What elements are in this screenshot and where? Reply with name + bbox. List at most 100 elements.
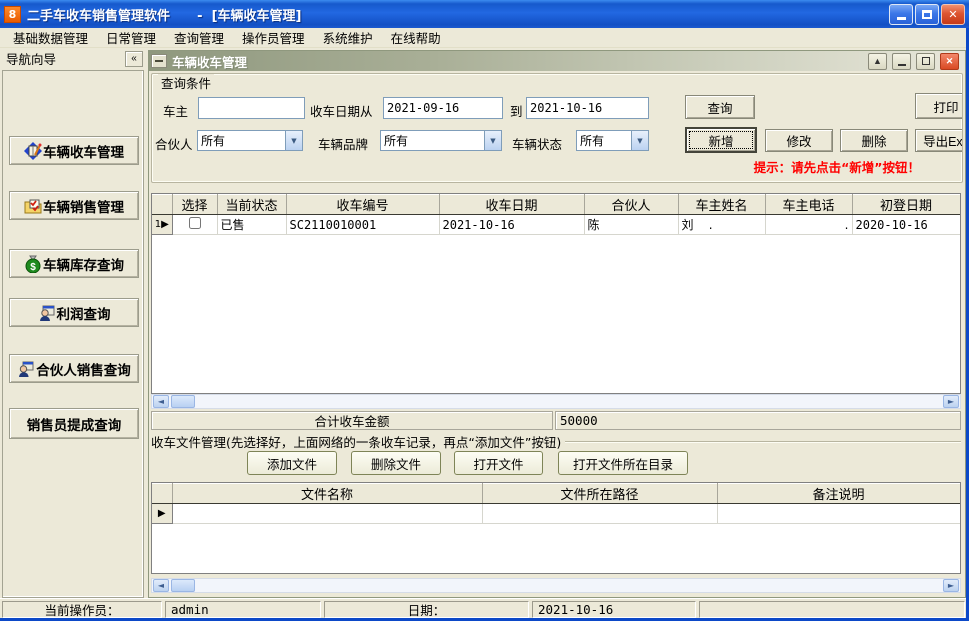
delete-button[interactable]: 删除 bbox=[840, 129, 908, 152]
current-row-icon: ▶ bbox=[157, 508, 166, 519]
row-marker-header bbox=[152, 483, 173, 504]
owner-input[interactable] bbox=[198, 97, 305, 119]
sidebar-item-label: 车辆收车管理 bbox=[43, 144, 124, 160]
table-row[interactable]: ▶ bbox=[152, 503, 960, 524]
col-code: 收车编号 bbox=[286, 194, 440, 215]
scroll-left-icon[interactable]: ◄ bbox=[153, 579, 169, 592]
sidebar-item-vehicle-purchase[interactable]: 车辆收车管理 bbox=[9, 136, 139, 165]
sidebar-item-salesman-commission-query[interactable]: 销售员提成查询 bbox=[9, 408, 139, 439]
add-file-button[interactable]: 添加文件 bbox=[247, 451, 337, 475]
sidebar-item-profit-query[interactable]: 利润查询 bbox=[9, 298, 139, 327]
menu-item-help[interactable]: 在线帮助 bbox=[382, 26, 450, 49]
date-to-input[interactable] bbox=[526, 97, 649, 119]
status-spacer bbox=[699, 601, 965, 618]
window-close-button[interactable]: ✕ bbox=[941, 3, 965, 25]
sidebar-item-label: 车辆库存查询 bbox=[43, 257, 124, 273]
chevron-down-icon[interactable]: ▼ bbox=[484, 131, 501, 150]
row-select-checkbox[interactable] bbox=[188, 217, 201, 229]
add-hint-text: 提示：请先点击“新增”按钮！ bbox=[753, 160, 920, 175]
child-maximize-button[interactable] bbox=[916, 52, 935, 70]
child-close-button[interactable]: ✕ bbox=[940, 52, 959, 70]
partner-select-value: 所有 bbox=[201, 134, 226, 148]
close-icon: ✕ bbox=[945, 55, 954, 66]
collapse-icon bbox=[155, 60, 163, 62]
export-excel-button[interactable]: 导出Exc bbox=[915, 129, 962, 152]
child-restore-button[interactable]: ▲ bbox=[868, 52, 887, 70]
menu-item-daily[interactable]: 日常管理 bbox=[97, 26, 165, 49]
delete-file-button[interactable]: 删除文件 bbox=[351, 451, 441, 475]
date-label: 日期： bbox=[324, 601, 529, 618]
menu-item-basic-data[interactable]: 基础数据管理 bbox=[4, 26, 97, 49]
scroll-right-icon[interactable]: ► bbox=[943, 395, 959, 408]
row-select-cell bbox=[172, 214, 218, 235]
col-file-note: 备注说明 bbox=[717, 483, 960, 504]
folder-check-icon bbox=[24, 197, 42, 215]
cell-phone: . bbox=[765, 214, 853, 235]
col-select: 选择 bbox=[172, 194, 218, 215]
date-value: 2021-10-16 bbox=[532, 601, 696, 618]
col-first-reg: 初登日期 bbox=[852, 194, 960, 215]
current-row-icon: ▶ bbox=[161, 219, 169, 230]
menu-item-query[interactable]: 查询管理 bbox=[165, 26, 233, 49]
row-marker-header bbox=[152, 194, 173, 215]
row-marker: 1▶ bbox=[152, 214, 173, 235]
print-button[interactable]: 打印 bbox=[915, 93, 962, 119]
window-minimize-button[interactable] bbox=[889, 3, 913, 25]
chevron-down-icon[interactable]: ▼ bbox=[285, 131, 302, 150]
open-file-directory-button[interactable]: 打开文件所在目录 bbox=[558, 451, 688, 475]
add-button[interactable]: 新增 bbox=[685, 127, 757, 153]
window-controls: ✕ bbox=[889, 3, 965, 25]
col-file-name: 文件名称 bbox=[172, 483, 483, 504]
cell-file-name bbox=[172, 503, 483, 524]
date-from-input[interactable] bbox=[383, 97, 503, 119]
arrow-up-icon: ▲ bbox=[873, 56, 882, 66]
chevron-down-icon[interactable]: ▼ bbox=[631, 131, 648, 150]
brand-select-value: 所有 bbox=[384, 134, 409, 148]
purchase-table: 选择 当前状态 收车编号 收车日期 合伙人 车主姓名 车主电话 初登日期 1▶ … bbox=[151, 193, 961, 394]
col-partner: 合伙人 bbox=[584, 194, 679, 215]
col-date: 收车日期 bbox=[439, 194, 585, 215]
file-group-title-text: 收车文件管理(先选择好，上面网络的一条收车记录，再点“添加文件”按钮) bbox=[151, 435, 562, 450]
partner-person-icon bbox=[17, 360, 35, 378]
sidebar-item-vehicle-sales[interactable]: 车辆销售管理 bbox=[9, 191, 139, 220]
minimize-icon bbox=[896, 17, 906, 20]
scroll-left-icon[interactable]: ◄ bbox=[153, 395, 169, 408]
menu-item-operator[interactable]: 操作员管理 bbox=[233, 26, 314, 49]
money-bag-icon: $ bbox=[24, 255, 42, 273]
partner-select[interactable]: 所有 ▼ bbox=[197, 130, 303, 151]
menu-item-maintenance[interactable]: 系统维护 bbox=[314, 26, 382, 49]
owner-label: 车主 bbox=[163, 104, 189, 119]
sidebar-item-partner-sales-query[interactable]: 合伙人销售查询 bbox=[9, 354, 139, 383]
scrollbar-thumb[interactable] bbox=[171, 579, 195, 592]
file-group-title: 收车文件管理(先选择好，上面网络的一条收车记录，再点“添加文件”按钮) bbox=[151, 432, 961, 451]
total-amount-value: 50000 bbox=[555, 411, 961, 430]
cell-first-reg: 2020-10-16 bbox=[852, 214, 960, 235]
scrollbar-thumb[interactable] bbox=[171, 395, 195, 408]
brand-label: 车辆品牌 bbox=[318, 137, 369, 152]
window-title: 二手车收车销售管理软件 - [车辆收车管理] bbox=[27, 8, 302, 24]
table-row[interactable]: 1▶ 已售 SC2110010001 2021-10-16 陈 刘 . . 20… bbox=[152, 214, 960, 235]
cell-code: SC2110010001 bbox=[286, 214, 440, 235]
child-collapse-button[interactable] bbox=[151, 54, 167, 68]
scroll-right-icon[interactable]: ► bbox=[943, 579, 959, 592]
sidebar-item-vehicle-inventory[interactable]: $ 车辆库存查询 bbox=[9, 249, 139, 278]
edit-button[interactable]: 修改 bbox=[765, 129, 833, 152]
query-group-title: 查询条件 bbox=[158, 74, 215, 92]
child-minimize-button[interactable] bbox=[892, 52, 911, 70]
purchase-table-header-row: 选择 当前状态 收车编号 收车日期 合伙人 车主姓名 车主电话 初登日期 bbox=[152, 194, 960, 215]
file-table-hscrollbar[interactable]: ◄ ► bbox=[151, 578, 961, 593]
purchase-table-hscrollbar[interactable]: ◄ ► bbox=[151, 394, 961, 409]
open-file-button[interactable]: 打开文件 bbox=[454, 451, 543, 475]
cell-file-path bbox=[482, 503, 718, 524]
brand-select[interactable]: 所有 ▼ bbox=[380, 130, 502, 151]
col-status: 当前状态 bbox=[217, 194, 287, 215]
window-maximize-button[interactable] bbox=[915, 3, 939, 25]
sidebar-item-label: 合伙人销售查询 bbox=[36, 362, 131, 378]
row-marker: ▶ bbox=[152, 503, 173, 524]
search-button[interactable]: 查询 bbox=[685, 95, 755, 119]
vehicle-status-select[interactable]: 所有 ▼ bbox=[576, 130, 649, 151]
sidebar-collapse-button[interactable]: « bbox=[125, 50, 143, 67]
date-from-label: 收车日期从 bbox=[310, 104, 373, 119]
sidebar-item-label: 利润查询 bbox=[56, 306, 111, 322]
child-window-title: 车辆收车管理 bbox=[172, 54, 248, 70]
